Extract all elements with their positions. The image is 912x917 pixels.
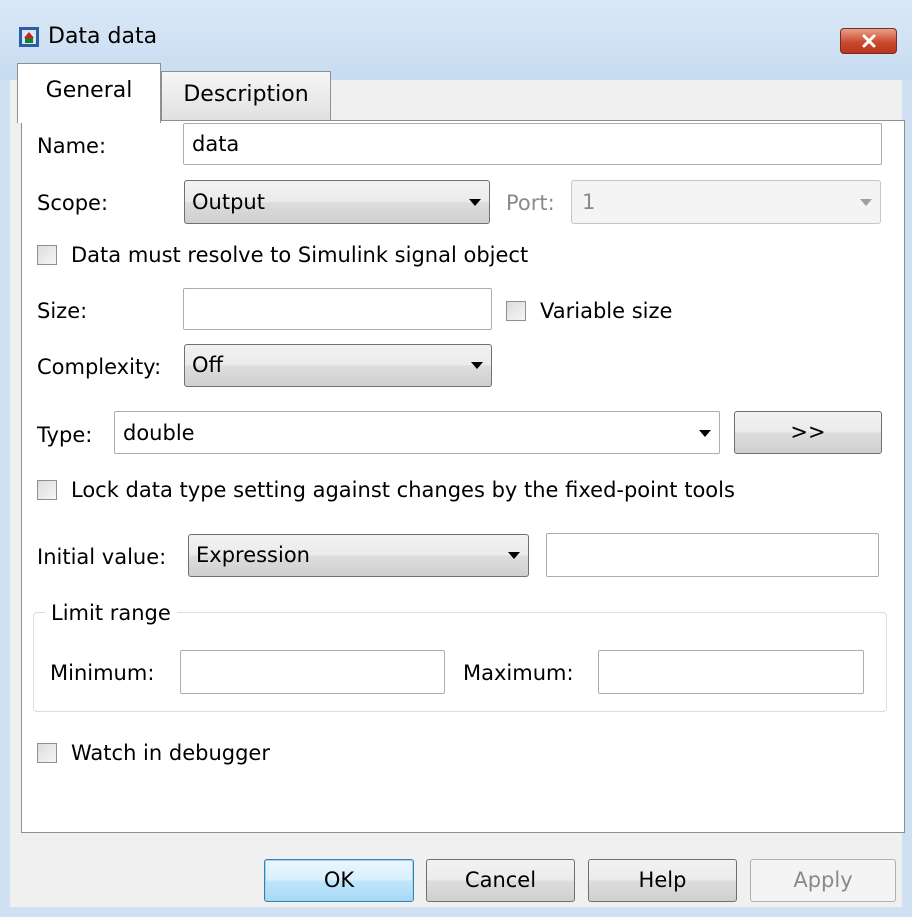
data-type-assistant-label: >> [790, 420, 826, 444]
ok-button[interactable]: OK [264, 859, 414, 902]
type-label: Type: [37, 423, 93, 447]
type-combobox[interactable]: double [114, 411, 720, 454]
name-field[interactable]: data [183, 123, 882, 165]
size-field[interactable] [183, 288, 492, 330]
checkbox-box[interactable] [37, 245, 57, 265]
scope-label: Scope: [37, 191, 109, 215]
size-label: Size: [37, 299, 88, 323]
tab-general[interactable]: General [17, 63, 161, 123]
initial-value-field[interactable] [546, 533, 879, 577]
checkbox-box[interactable] [506, 301, 526, 321]
maximum-field[interactable] [598, 650, 864, 694]
apply-button[interactable]: Apply [750, 859, 896, 902]
complexity-value: Off [192, 353, 223, 377]
help-button-label: Help [638, 868, 687, 892]
cancel-button[interactable]: Cancel [426, 859, 575, 902]
watch-in-debugger-label: Watch in debugger [71, 741, 270, 765]
variable-size-label: Variable size [540, 299, 673, 323]
window-title: Data data [48, 24, 158, 49]
minimum-field[interactable] [180, 650, 445, 694]
initial-value-mode: Expression [196, 543, 310, 567]
scope-dropdown[interactable]: Output [184, 180, 490, 224]
variable-size-checkbox[interactable]: Variable size [506, 299, 672, 323]
cancel-button-label: Cancel [464, 868, 537, 892]
general-tab-panel [21, 120, 905, 833]
scope-value: Output [192, 190, 265, 214]
initial-value-label: Initial value: [37, 545, 167, 569]
close-icon [861, 29, 877, 53]
data-type-assistant-button[interactable]: >> [734, 411, 882, 454]
type-value: double [123, 421, 195, 445]
lock-data-type-checkbox[interactable]: Lock data type setting against changes b… [37, 478, 735, 502]
checkbox-box[interactable] [37, 480, 57, 500]
watch-in-debugger-checkbox[interactable]: Watch in debugger [37, 741, 270, 765]
complexity-dropdown[interactable]: Off [184, 344, 492, 387]
simulink-block-icon [18, 26, 40, 48]
help-button[interactable]: Help [588, 859, 737, 902]
limit-range-legend: Limit range [45, 601, 177, 625]
resolve-signal-checkbox[interactable]: Data must resolve to Simulink signal obj… [37, 243, 528, 267]
chevron-down-icon [471, 362, 483, 369]
port-value: 1 [582, 190, 596, 214]
minimum-label: Minimum: [50, 661, 155, 685]
chevron-down-icon [508, 552, 520, 559]
resolve-signal-label: Data must resolve to Simulink signal obj… [71, 243, 529, 267]
name-value: data [192, 132, 240, 156]
tab-general-label: General [45, 78, 133, 103]
name-label: Name: [37, 134, 107, 158]
lock-data-type-label: Lock data type setting against changes b… [71, 478, 735, 502]
port-label: Port: [506, 191, 555, 215]
ok-button-label: OK [323, 868, 355, 892]
tab-description-label: Description [183, 82, 309, 107]
checkbox-box[interactable] [37, 743, 57, 763]
close-button[interactable] [840, 28, 897, 54]
chevron-down-icon [860, 199, 872, 206]
initial-value-mode-dropdown[interactable]: Expression [188, 534, 529, 577]
complexity-label: Complexity: [37, 355, 162, 379]
port-dropdown[interactable]: 1 [571, 180, 881, 224]
tab-description[interactable]: Description [161, 71, 331, 121]
chevron-down-icon [699, 430, 711, 437]
chevron-down-icon [469, 199, 481, 206]
maximum-label: Maximum: [463, 661, 574, 685]
apply-button-label: Apply [793, 868, 853, 892]
